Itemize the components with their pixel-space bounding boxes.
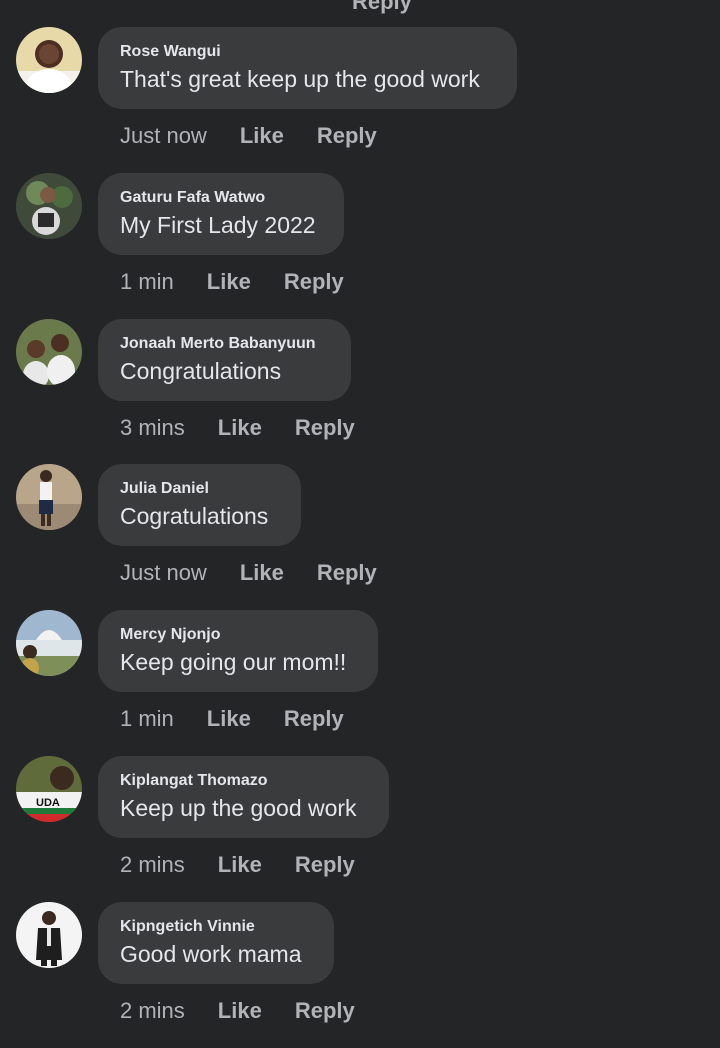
avatar[interactable] [16,319,82,385]
comment-item: Gaturu Fafa Watwo My First Lady 2022 1 m… [0,173,720,319]
comment-bubble: Jonaah Merto Babanyuun Congratulations [98,319,351,401]
like-button[interactable]: Like [218,998,262,1024]
comment-text: Good work mama [120,941,302,967]
like-button[interactable]: Like [218,852,262,878]
avatar-photo [16,319,82,385]
reply-button[interactable]: Reply [284,269,344,295]
comment-timestamp[interactable]: Just now [120,123,207,149]
comment-author[interactable]: Kipngetich Vinnie [120,917,312,937]
comment-item: Julia Daniel Cogratulations Just now Lik… [0,464,720,610]
like-button[interactable]: Like [218,415,262,441]
comment-timestamp[interactable]: 1 min [120,706,174,732]
comment-timestamp[interactable]: 3 mins [120,415,185,441]
reply-button[interactable]: Reply [295,998,355,1024]
comment-text: Cogratulations [120,503,269,529]
comment-author[interactable]: Gaturu Fafa Watwo [120,188,322,208]
avatar[interactable] [16,902,82,968]
comment-timestamp[interactable]: 1 min [120,269,174,295]
avatar[interactable] [16,610,82,676]
previous-reply-link-cutoff[interactable]: Reply [352,0,412,13]
comment-actions: 2 mins Like Reply [120,997,355,1025]
comment-actions: 1 min Like Reply [120,705,344,733]
reply-button[interactable]: Reply [295,415,355,441]
comment-item: Kipngetich Vinnie Good work mama 2 mins … [0,902,720,1048]
comment-text: That's great keep up the good work [120,66,480,92]
comment-item: Mercy Njonjo Keep going our mom!! 1 min … [0,610,720,756]
comment-timestamp[interactable]: 2 mins [120,998,185,1024]
avatar-photo [16,902,82,968]
comment-item: UDA Kiplangat Thomazo Keep up the good w… [0,756,720,902]
reply-button[interactable]: Reply [317,560,377,586]
avatar-photo: UDA [16,756,82,822]
comment-item: Rose Wangui That's great keep up the goo… [0,27,720,173]
avatar-photo [16,610,82,676]
comment-timestamp[interactable]: Just now [120,560,207,586]
comment-text: My First Lady 2022 [120,212,316,238]
like-button[interactable]: Like [240,123,284,149]
comment-actions: Just now Like Reply [120,122,377,150]
comment-bubble: Kipngetich Vinnie Good work mama [98,902,334,984]
reply-button[interactable]: Reply [284,706,344,732]
like-button[interactable]: Like [207,706,251,732]
comment-bubble: Julia Daniel Cogratulations [98,464,301,546]
comment-bubble: Kiplangat Thomazo Keep up the good work [98,756,389,838]
comment-bubble: Gaturu Fafa Watwo My First Lady 2022 [98,173,344,255]
comment-actions: Just now Like Reply [120,559,377,587]
comment-author[interactable]: Jonaah Merto Babanyuun [120,334,329,354]
comment-author[interactable]: Mercy Njonjo [120,625,356,645]
avatar-photo [16,27,82,93]
comment-actions: 2 mins Like Reply [120,851,355,879]
comment-item: Jonaah Merto Babanyuun Congratulations 3… [0,319,720,465]
like-button[interactable]: Like [207,269,251,295]
comment-author[interactable]: Kiplangat Thomazo [120,771,367,791]
comment-bubble: Mercy Njonjo Keep going our mom!! [98,610,378,692]
comment-text: Congratulations [120,358,282,384]
avatar[interactable] [16,173,82,239]
avatar[interactable] [16,27,82,93]
comment-author[interactable]: Julia Daniel [120,479,279,499]
reply-button[interactable]: Reply [295,852,355,878]
avatar[interactable] [16,464,82,530]
avatar-photo [16,173,82,239]
avatar-badge: UDA [36,797,60,809]
comment-timestamp[interactable]: 2 mins [120,852,185,878]
like-button[interactable]: Like [240,560,284,586]
avatar-photo [16,464,82,530]
reply-button[interactable]: Reply [317,123,377,149]
avatar[interactable]: UDA [16,756,82,822]
comment-author[interactable]: Rose Wangui [120,42,495,62]
comment-text: Keep up the good work [120,795,357,821]
comment-actions: 1 min Like Reply [120,268,344,296]
comment-bubble: Rose Wangui That's great keep up the goo… [98,27,517,109]
comment-text: Keep going our mom!! [120,649,347,675]
comment-actions: 3 mins Like Reply [120,414,355,442]
